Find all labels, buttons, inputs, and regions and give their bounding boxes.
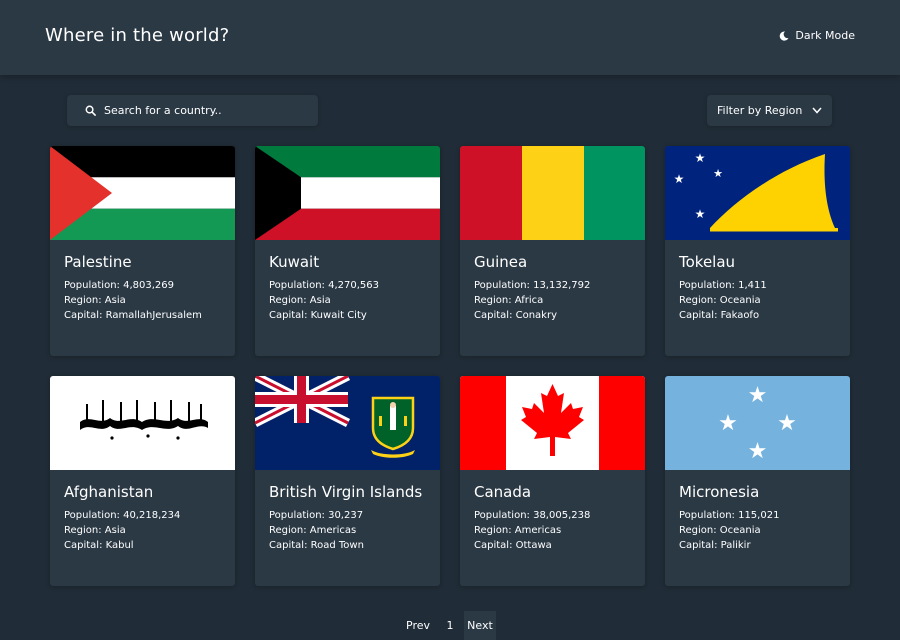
next-page-button[interactable]: Next — [464, 611, 496, 640]
country-region: Region: Africa — [474, 295, 544, 306]
region-filter-label: Filter by Region — [717, 104, 803, 117]
country-grid: Palestine Population: 4,803,269 Region: … — [50, 146, 850, 586]
svg-text:★: ★ — [713, 167, 723, 180]
country-population: Population: 40,218,234 — [64, 510, 181, 521]
region-filter-select[interactable]: Filter by Region — [707, 95, 832, 126]
country-card[interactable]: Kuwait Population: 4,270,563 Region: Asi… — [255, 146, 440, 356]
svg-text:★: ★ — [695, 151, 706, 165]
country-name: Guinea — [474, 253, 528, 271]
country-card[interactable]: ★ ★ ★ ★ Micronesia Population: 115,021 R… — [665, 376, 850, 586]
guinea-flag-icon — [460, 146, 645, 240]
dark-mode-label: Dark Mode — [795, 29, 855, 42]
country-region: Region: Asia — [269, 295, 331, 306]
search-input[interactable] — [104, 104, 304, 117]
tokelau-flag-icon: ★ ★ ★ ★ — [665, 146, 850, 240]
country-capital: Capital: Palikir — [679, 540, 751, 551]
dark-mode-toggle[interactable]: Dark Mode — [779, 29, 855, 42]
country-card[interactable]: Guinea Population: 13,132,792 Region: Af… — [460, 146, 645, 356]
country-population: Population: 1,411 — [679, 280, 767, 291]
svg-text:★: ★ — [777, 411, 797, 436]
country-region: Region: Oceania — [679, 525, 761, 536]
svg-text:★: ★ — [718, 411, 738, 436]
country-population: Population: 115,021 — [679, 510, 780, 521]
country-region: Region: Americas — [474, 525, 562, 536]
country-population: Population: 4,803,269 — [64, 280, 174, 291]
svg-text:★: ★ — [695, 207, 706, 221]
country-capital: Capital: Conakry — [474, 310, 557, 321]
country-capital: Capital: Ottawa — [474, 540, 552, 551]
moon-icon — [780, 30, 789, 41]
country-capital: Capital: RamallahJerusalem — [64, 310, 202, 321]
country-name: Kuwait — [269, 253, 320, 271]
country-region: Region: Oceania — [679, 295, 761, 306]
country-region: Region: Americas — [269, 525, 357, 536]
country-name: Micronesia — [679, 483, 760, 501]
country-card[interactable]: ★ ★ ★ ★ Tokelau Population: 1,411 Region… — [665, 146, 850, 356]
svg-text:★: ★ — [748, 383, 768, 408]
palestine-flag-icon — [50, 146, 235, 240]
country-card[interactable]: Canada Population: 38,005,238 Region: Am… — [460, 376, 645, 586]
country-name: Tokelau — [679, 253, 736, 271]
country-name: Palestine — [64, 253, 132, 271]
country-capital: Capital: Kuwait City — [269, 310, 367, 321]
search-box[interactable] — [67, 95, 318, 126]
country-population: Population: 13,132,792 — [474, 280, 591, 291]
canada-flag-icon — [460, 376, 645, 470]
page-title: Where in the world? — [45, 25, 230, 46]
pagination: Prev 1 Next — [400, 611, 496, 640]
current-page-button[interactable]: 1 — [436, 611, 464, 640]
country-capital: Capital: Fakaofo — [679, 310, 760, 321]
micronesia-flag-icon: ★ ★ ★ ★ — [665, 376, 850, 470]
prev-page-button[interactable]: Prev — [400, 611, 436, 640]
country-capital: Capital: Road Town — [269, 540, 364, 551]
country-region: Region: Asia — [64, 525, 126, 536]
country-name: Afghanistan — [64, 483, 154, 501]
afghanistan-flag-icon — [50, 376, 235, 470]
chevron-down-icon — [812, 107, 822, 114]
country-name: Canada — [474, 483, 532, 501]
svg-text:★: ★ — [674, 172, 685, 186]
search-icon — [85, 105, 96, 116]
country-region: Region: Asia — [64, 295, 126, 306]
british-virgin-islands-flag-icon — [255, 376, 440, 470]
app-header: Where in the world? Dark Mode — [0, 0, 900, 75]
country-card[interactable]: Palestine Population: 4,803,269 Region: … — [50, 146, 235, 356]
country-population: Population: 30,237 — [269, 510, 364, 521]
country-population: Population: 38,005,238 — [474, 510, 591, 521]
svg-text:★: ★ — [748, 439, 768, 464]
kuwait-flag-icon — [255, 146, 440, 240]
country-capital: Capital: Kabul — [64, 540, 134, 551]
country-population: Population: 4,270,563 — [269, 280, 379, 291]
country-name: British Virgin Islands — [269, 483, 423, 501]
country-card[interactable]: Afghanistan Population: 40,218,234 Regio… — [50, 376, 235, 586]
country-card[interactable]: British Virgin Islands Population: 30,23… — [255, 376, 440, 586]
